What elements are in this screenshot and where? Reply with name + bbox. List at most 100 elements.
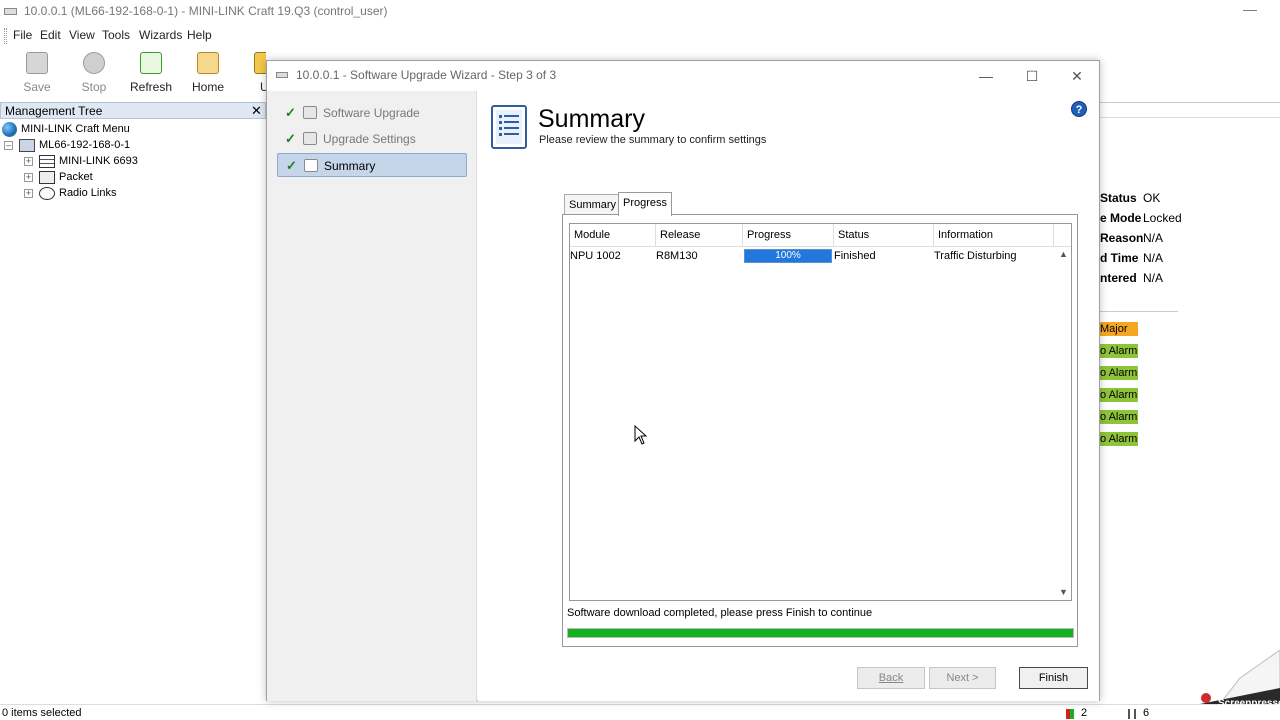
column-release[interactable]: Release — [656, 224, 743, 247]
cell-release: R8M130 — [656, 250, 698, 262]
window-title: 10.0.0.1 (ML66-192-168-0-1) - MINI-LINK … — [24, 4, 388, 18]
tree-item-label: MINI-LINK Craft Menu — [21, 123, 130, 135]
selection-status: 0 items selected — [2, 707, 82, 719]
alarm-badge: o Alarm — [1098, 344, 1138, 358]
prop-value-status: OK — [1143, 191, 1161, 205]
tree-item-ml66[interactable]: – ML66-192-168-0-1 — [4, 137, 130, 153]
alarm-badge-major: Major — [1098, 322, 1138, 336]
globe-icon — [2, 121, 17, 137]
collapse-icon[interactable]: – — [4, 140, 13, 150]
upgrade-label: U — [260, 80, 266, 94]
upgrade-button[interactable]: U — [238, 52, 266, 94]
table-header: Module Release Progress Status Informati… — [570, 224, 1071, 247]
menu-wizards[interactable]: Wizards — [139, 28, 182, 42]
mouse-cursor-icon — [634, 425, 648, 445]
watermark-graphic — [1200, 650, 1280, 704]
finish-label: Finish — [1038, 672, 1069, 684]
close-button[interactable]: ✕ — [1066, 66, 1088, 86]
tree-item-craft-menu[interactable]: MINI-LINK Craft Menu — [2, 121, 130, 137]
next-button[interactable]: Next > — [929, 667, 996, 689]
check-icon: ✓ — [286, 158, 297, 173]
vertical-scrollbar[interactable]: ▲ ▼ — [1056, 247, 1071, 600]
alarm-badge: o Alarm — [1098, 432, 1138, 446]
prop-value-time: N/A — [1143, 251, 1164, 265]
maximize-button[interactable]: ☐ — [1021, 66, 1043, 86]
stop-label: Stop — [81, 80, 107, 94]
refresh-button[interactable]: Refresh — [125, 52, 177, 94]
dialog-title: 10.0.0.1 - Software Upgrade Wizard - Ste… — [296, 68, 557, 82]
row-progress-bar: 100% — [744, 249, 832, 263]
tab-progress[interactable]: Progress — [618, 192, 673, 216]
minimize-button[interactable]: — — [1240, 2, 1260, 20]
minimize-button[interactable]: — — [975, 66, 997, 86]
management-tree: Management Tree ✕ MINI-LINK Craft Menu –… — [0, 102, 266, 700]
software-upgrade-wizard: 10.0.0.1 - Software Upgrade Wizard - Ste… — [266, 60, 1100, 701]
column-module[interactable]: Module — [570, 224, 656, 247]
tree-item-minilink-6693[interactable]: + MINI-LINK 6693 — [24, 153, 138, 169]
tree-item-label: Packet — [59, 171, 93, 183]
home-button[interactable]: Home — [182, 52, 234, 94]
finish-button[interactable]: Finish — [1019, 667, 1088, 689]
back-button[interactable]: Back — [857, 667, 925, 689]
radio-link-icon — [39, 186, 55, 200]
divider — [1098, 311, 1178, 312]
expand-icon[interactable]: + — [24, 156, 33, 166]
stop-button[interactable]: Stop — [68, 52, 120, 94]
step-label: Software Upgrade — [323, 106, 420, 120]
wizard-content: Summary Please review the summary to con… — [478, 91, 1099, 701]
tree-item-radio-links[interactable]: + Radio Links — [24, 185, 116, 201]
home-icon — [197, 52, 219, 74]
completion-message: Software download completed, please pres… — [567, 607, 873, 619]
prop-value-mode: Locked — [1143, 211, 1182, 225]
scroll-up-icon[interactable]: ▲ — [1056, 247, 1071, 262]
step-upgrade-settings[interactable]: ✓ Upgrade Settings — [277, 127, 467, 151]
check-icon: ✓ — [285, 105, 296, 120]
packet-icon — [39, 170, 55, 184]
connection-icon — [1128, 709, 1136, 719]
tree-item-packet[interactable]: + Packet — [24, 169, 93, 185]
cell-information: Traffic Disturbing — [934, 250, 1017, 262]
menu-tools[interactable]: Tools — [102, 28, 130, 42]
settings-icon — [303, 132, 317, 145]
tree-item-label: Radio Links — [59, 187, 117, 199]
home-label: Home — [191, 80, 224, 94]
menu-view[interactable]: View — [69, 28, 95, 42]
help-icon[interactable]: ? — [1071, 101, 1087, 117]
app-icon — [4, 8, 17, 15]
page-title: Summary — [538, 105, 645, 133]
save-label: Save — [23, 80, 51, 94]
rack-icon — [39, 154, 55, 168]
save-button[interactable]: Save — [11, 52, 63, 94]
scroll-down-icon[interactable]: ▼ — [1056, 585, 1071, 600]
expand-icon[interactable]: + — [24, 172, 33, 182]
step-software-upgrade[interactable]: ✓ Software Upgrade — [277, 101, 467, 125]
progress-table: Module Release Progress Status Informati… — [569, 223, 1072, 601]
close-icon[interactable]: ✕ — [251, 103, 262, 119]
alarm-summary-icon — [1066, 709, 1074, 719]
menu-edit[interactable]: Edit — [40, 28, 61, 42]
panel-header — [1098, 102, 1280, 118]
menu-grip — [4, 28, 7, 44]
column-status[interactable]: Status — [834, 224, 934, 247]
dialog-title-bar: 10.0.0.1 - Software Upgrade Wizard - Ste… — [267, 61, 1099, 91]
summary-icon — [304, 159, 318, 172]
alarm-badge: o Alarm — [1098, 366, 1138, 380]
expand-icon[interactable]: + — [24, 188, 33, 198]
prop-label-time: d Time — [1100, 251, 1139, 265]
main-title-bar: 10.0.0.1 (ML66-192-168-0-1) - MINI-LINK … — [0, 0, 1280, 24]
menu-file[interactable]: File — [13, 28, 32, 42]
alarm-count: 2 — [1081, 707, 1088, 719]
prop-label-reason: Reason — [1100, 231, 1144, 245]
menu-bar: File Edit View Tools Wizards Help — [0, 26, 1280, 46]
menu-help[interactable]: Help — [187, 28, 212, 42]
cell-status: Finished — [834, 250, 876, 262]
tab-summary[interactable]: Summary — [564, 194, 622, 215]
tree-header: Management Tree ✕ — [0, 102, 266, 119]
tree-item-label: ML66-192-168-0-1 — [39, 139, 131, 151]
column-progress[interactable]: Progress — [743, 224, 834, 247]
column-information[interactable]: Information — [934, 224, 1054, 247]
step-summary[interactable]: ✓ Summary — [277, 153, 467, 177]
next-label: Next > — [946, 672, 979, 684]
stop-icon — [83, 52, 105, 74]
prop-label-status: Status — [1100, 191, 1137, 205]
